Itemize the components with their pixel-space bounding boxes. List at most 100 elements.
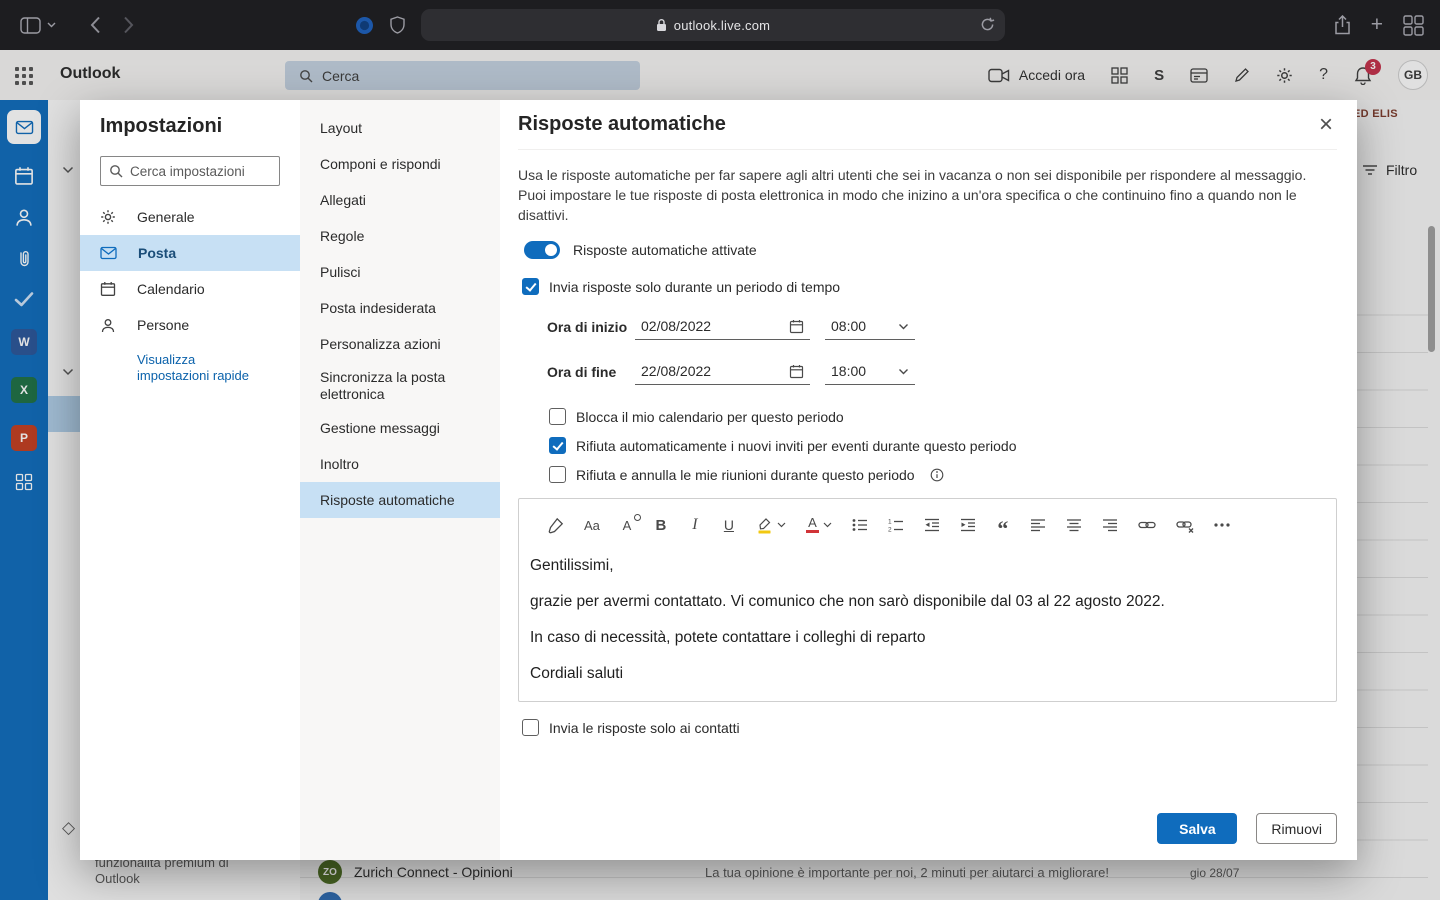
- address-bar[interactable]: outlook.live.com: [421, 9, 1005, 41]
- extension-icon[interactable]: [355, 16, 374, 35]
- decline-invites-checkbox[interactable]: [549, 437, 566, 454]
- start-date-field[interactable]: 02/08/2022: [635, 313, 810, 340]
- start-label: Ora di inizio: [547, 319, 635, 335]
- contacts-only-row: Invia le risposte solo ai contatti: [522, 719, 1337, 736]
- more-options-icon[interactable]: [1214, 516, 1230, 534]
- back-icon[interactable]: [90, 16, 101, 34]
- align-left-icon[interactable]: [1030, 516, 1046, 534]
- align-center-icon[interactable]: [1066, 516, 1082, 534]
- indent-icon[interactable]: [960, 516, 976, 534]
- chevron-down-icon[interactable]: [777, 522, 786, 528]
- svg-text:1: 1: [888, 519, 892, 526]
- sidebar-toggle-icon[interactable]: [20, 17, 41, 34]
- italic-icon[interactable]: I: [688, 516, 702, 534]
- new-tab-icon[interactable]: +: [1371, 15, 1383, 35]
- category-gestione-messaggi[interactable]: Gestione messaggi: [300, 410, 500, 446]
- settings-nav-posta[interactable]: Posta: [80, 235, 300, 271]
- sidebar-chevron-icon[interactable]: [47, 22, 56, 28]
- url-text: outlook.live.com: [674, 18, 770, 33]
- font-name-icon[interactable]: Aa: [584, 516, 600, 534]
- forward-icon[interactable]: [123, 16, 134, 34]
- settings-search[interactable]: [100, 156, 280, 186]
- chevron-down-icon[interactable]: [823, 522, 832, 528]
- calendar-icon[interactable]: [789, 319, 804, 334]
- font-size-icon[interactable]: A: [620, 516, 634, 534]
- close-icon[interactable]: ×: [1315, 115, 1337, 135]
- numbered-list-icon[interactable]: 12: [888, 516, 904, 534]
- settings-title: Impostazioni: [100, 115, 300, 138]
- bullet-list-icon[interactable]: [852, 516, 868, 534]
- font-color-icon[interactable]: A: [806, 517, 819, 533]
- end-label: Ora di fine: [547, 364, 635, 380]
- category-risposte-automatiche[interactable]: Risposte automatiche: [300, 482, 500, 518]
- underline-icon[interactable]: U: [722, 516, 736, 534]
- nav-label: Persone: [137, 317, 189, 333]
- category-regole[interactable]: Regole: [300, 218, 500, 254]
- settings-nav-persone[interactable]: Persone: [80, 307, 300, 343]
- category-sincronizza-posta[interactable]: Sincronizza la posta elettronica: [300, 362, 500, 410]
- info-icon: [930, 468, 944, 482]
- message-line: grazie per avermi contattato. Vi comunic…: [530, 591, 1324, 612]
- screen: outlook.live.com + Outlook: [0, 0, 1440, 900]
- end-date-field[interactable]: 22/08/2022: [635, 358, 810, 385]
- dialog-footer: Salva Rimuovi: [1157, 813, 1337, 844]
- browser-nav-controls: [20, 0, 134, 50]
- calendar-icon[interactable]: [789, 364, 804, 379]
- align-right-icon[interactable]: [1102, 516, 1118, 534]
- start-time-value: 08:00: [831, 318, 866, 334]
- chevron-down-icon[interactable]: [898, 368, 909, 375]
- period-label: Invia risposte solo durante un periodo d…: [549, 279, 840, 295]
- settings-nav-generale[interactable]: Generale: [80, 199, 300, 235]
- category-layout[interactable]: Layout: [300, 110, 500, 146]
- cancel-meetings-checkbox[interactable]: [549, 466, 566, 483]
- save-button[interactable]: Salva: [1157, 813, 1237, 844]
- auto-replies-panel: Risposte automatiche × Usa le risposte a…: [500, 100, 1357, 860]
- category-inoltro[interactable]: Inoltro: [300, 446, 500, 482]
- mail-icon: [100, 246, 117, 260]
- format-painter-icon[interactable]: [547, 516, 564, 534]
- highlight-control[interactable]: [756, 516, 786, 534]
- reload-icon[interactable]: [980, 17, 995, 32]
- start-row: Ora di inizio 02/08/2022 08:00: [547, 313, 1337, 340]
- block-calendar-label: Blocca il mio calendario per questo peri…: [576, 409, 844, 425]
- quick-settings-link[interactable]: Visualizza impostazioni rapide: [137, 352, 269, 384]
- period-checkbox[interactable]: [522, 278, 539, 295]
- auto-replies-toggle[interactable]: [524, 241, 560, 259]
- unlink-icon[interactable]: [1176, 516, 1194, 534]
- bold-icon[interactable]: B: [654, 516, 668, 534]
- search-icon: [109, 164, 123, 178]
- message-line: Cordiali saluti: [530, 663, 1324, 684]
- category-personalizza-azioni[interactable]: Personalizza azioni: [300, 326, 500, 362]
- highlight-icon[interactable]: [756, 516, 773, 534]
- chevron-down-icon[interactable]: [898, 323, 909, 330]
- font-color-control[interactable]: A: [806, 517, 832, 533]
- link-icon[interactable]: [1138, 516, 1156, 534]
- category-allegati[interactable]: Allegati: [300, 182, 500, 218]
- settings-search-input[interactable]: [130, 164, 271, 179]
- category-componi-e-rispondi[interactable]: Componi e rispondi: [300, 146, 500, 182]
- category-posta-indesiderata[interactable]: Posta indesiderata: [300, 290, 500, 326]
- privacy-shield-icon[interactable]: [390, 16, 405, 34]
- toggle-label: Risposte automatiche attivate: [573, 242, 757, 258]
- settings-nav-list: Generale Posta Calendario: [80, 199, 300, 343]
- settings-nav: Impostazioni Generale Po: [80, 100, 300, 860]
- people-icon: [100, 318, 116, 333]
- tab-overview-icon[interactable]: [1403, 15, 1424, 36]
- calendar-icon: [100, 281, 116, 297]
- settings-nav-calendario[interactable]: Calendario: [80, 271, 300, 307]
- contacts-only-checkbox[interactable]: [522, 719, 539, 736]
- reply-message-body[interactable]: Gentilissimi, grazie per avermi contatta…: [519, 547, 1336, 701]
- remove-button[interactable]: Rimuovi: [1256, 813, 1337, 844]
- category-pulisci[interactable]: Pulisci: [300, 254, 500, 290]
- editor-toolbar: Aa A B I U A: [519, 499, 1336, 547]
- start-time-field[interactable]: 08:00: [825, 313, 915, 340]
- browser-window-controls: +: [1334, 0, 1424, 50]
- decline-invites-row: Rifiuta automaticamente i nuovi inviti p…: [549, 437, 1337, 454]
- auto-replies-toggle-row: Risposte automatiche attivate: [524, 241, 1337, 259]
- outdent-icon[interactable]: [924, 516, 940, 534]
- panel-title: Risposte automatiche: [518, 113, 726, 136]
- share-icon[interactable]: [1334, 15, 1351, 35]
- end-time-field[interactable]: 18:00: [825, 358, 915, 385]
- block-calendar-checkbox[interactable]: [549, 408, 566, 425]
- quote-icon[interactable]: “: [996, 520, 1010, 538]
